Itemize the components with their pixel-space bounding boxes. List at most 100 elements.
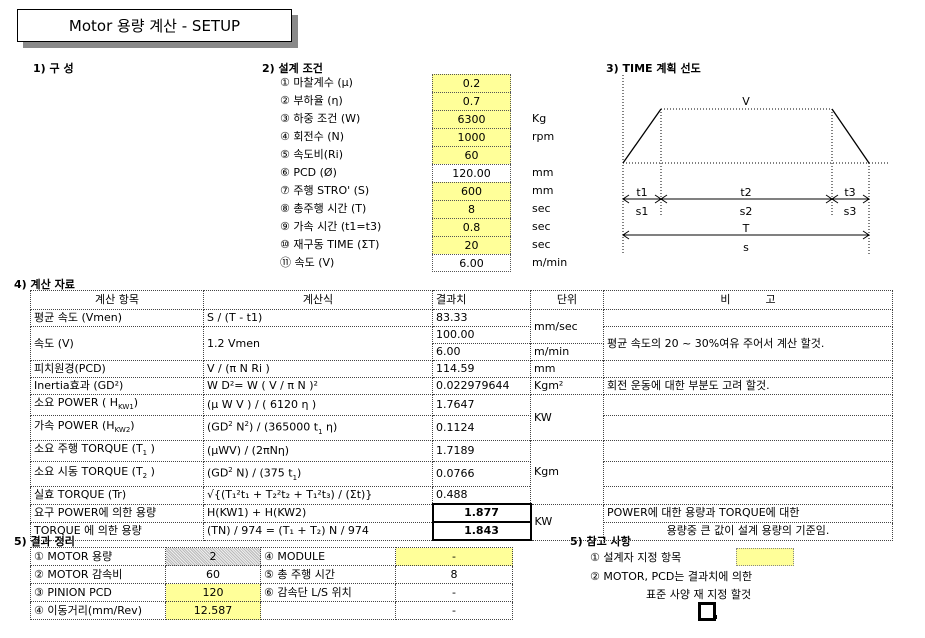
result: 0.1124: [432, 415, 531, 442]
table-row: Inertia효과 (GD²) W D²= W ( V / π N )² 0.0…: [30, 377, 893, 395]
table-row: 가속 POWER (HKW2) (GD2 N2) / (365000 t1 η)…: [30, 415, 893, 442]
label-T: T: [742, 222, 750, 235]
power-capacity-result: 1.877: [431, 503, 532, 524]
note: [603, 393, 893, 417]
col-item: 계산 항목: [30, 290, 204, 310]
note: [603, 440, 893, 463]
result: 0.488: [432, 486, 531, 505]
condition-value: 120.00: [432, 164, 511, 182]
unit: Kgm: [530, 440, 604, 505]
reduction-ratio-value: 60: [165, 565, 261, 584]
col-unit: 단위: [530, 290, 604, 310]
condition-value[interactable]: 6300: [432, 110, 511, 128]
condition-label: ② 부하율 (η): [280, 94, 343, 107]
item: 소요 POWER ( HKW1): [30, 393, 204, 417]
page-title: Motor 용량 계산 - SETUP: [17, 9, 292, 42]
section-composition: 1) 구 성: [33, 62, 74, 75]
formula: W D²= W ( V / π N )²: [203, 377, 433, 395]
note: [603, 415, 893, 442]
unit: KW: [530, 503, 604, 541]
formula: 1.2 Vmen: [203, 326, 433, 361]
table-row: 평균 속도 (Vmen) S / (T - t1) 83.33 mm/sec: [30, 309, 893, 344]
summary-row: ② MOTOR 감속비 60 ⑤ 총 주행 시간 8: [30, 565, 513, 584]
result: 0.0766: [432, 461, 531, 488]
input-legend-swatch: [736, 548, 794, 566]
unit: Kgm²: [530, 377, 604, 395]
condition-label: ① 마찰계수 (μ): [280, 76, 353, 89]
motor-capacity-value: 2: [165, 547, 261, 566]
table-row: 실효 TORQUE (Tr) √{(T₁²t₁ + T₂²t₂ + T₁²t₃)…: [30, 486, 893, 505]
condition-label: ⑨ 가속 시간 (t1=t3): [280, 220, 382, 233]
result: 114.59: [432, 360, 531, 378]
unit: m/min: [530, 343, 604, 361]
table-row: 속도 (V) 1.2 Vmen 100.00 평균 속도의 20 ~ 30%여유…: [30, 326, 893, 361]
label: ① MOTOR 용량: [30, 547, 166, 566]
item: Inertia효과 (GD²): [30, 377, 204, 395]
condition-value[interactable]: 0.7: [432, 92, 511, 110]
label-s3: s3: [844, 205, 857, 218]
label: ② MOTOR 감속비: [30, 565, 166, 584]
formula: (TN) / 974 = (T₁ + T₂) N / 974: [203, 521, 433, 541]
item: 요구 POWER에 의한 용량: [30, 503, 204, 523]
condition-value: 6.00: [432, 254, 511, 272]
summary-table: ① MOTOR 용량 2 ④ MODULE - ② MOTOR 감속비 60 ⑤…: [30, 547, 513, 620]
note: [603, 360, 893, 378]
label: ⑥ 감속단 L/S 위치: [260, 583, 396, 602]
module-value[interactable]: -: [395, 547, 513, 566]
travel-per-rev-value: 12.587: [165, 601, 261, 620]
condition-value[interactable]: 20: [432, 236, 511, 254]
value: -: [395, 601, 513, 620]
unit: mm/sec: [530, 309, 604, 344]
condition-value[interactable]: 600: [432, 182, 511, 200]
note: [603, 309, 893, 327]
formula: H(KW1) + H(KW2): [203, 503, 433, 523]
condition-value[interactable]: 60: [432, 146, 511, 164]
unit: KW: [530, 393, 604, 442]
result: 1.7189: [432, 440, 531, 463]
condition-label: ③ 하중 조건 (W): [280, 112, 361, 125]
table-header: 계산 항목 계산식 결과치 단위 비 고: [30, 290, 893, 310]
formula: V / (π N Ri ): [203, 360, 433, 378]
note: 용량중 큰 값이 설계 용량의 기준임.: [603, 521, 893, 541]
table-row: TORQUE 에 의한 용량 (TN) / 974 = (T₁ + T₂) N …: [30, 521, 893, 542]
item: 소요 주행 TORQUE (T1 ): [30, 440, 204, 463]
condition-label: ⑤ 속도비(Ri): [280, 148, 343, 161]
condition-value[interactable]: 0.8: [432, 218, 511, 236]
label-t2: t2: [740, 186, 751, 199]
summary-row: ① MOTOR 용량 2 ④ MODULE -: [30, 547, 513, 566]
table-row: 소요 시동 TORQUE (T2 ) (GD2 N) / (375 t1) 0.…: [30, 461, 893, 488]
result: 83.33: [432, 309, 531, 327]
note: 평균 속도의 20 ~ 30%여유 주어서 계산 할것.: [603, 326, 893, 361]
condition-label: ⑪ 속도 (V): [280, 256, 335, 269]
accel-line: [622, 108, 662, 164]
condition-unit: mm: [532, 166, 554, 179]
condition-value[interactable]: 8: [432, 200, 511, 218]
total-travel-time-value: 8: [395, 565, 513, 584]
section-time-diagram: 3) TIME 계획 선도: [606, 62, 701, 75]
condition-label: ④ 회전수 (N): [280, 130, 345, 143]
col-formula: 계산식: [203, 290, 433, 310]
fill-handle[interactable]: [713, 615, 717, 619]
col-result: 결과치: [432, 290, 531, 310]
table-row: 소요 주행 TORQUE (T1 ) (μWV) / (2πNη) 1.7189…: [30, 440, 893, 505]
formula: (GD2 N2) / (365000 t1 η): [203, 415, 433, 442]
condition-unit: sec: [532, 202, 551, 215]
calc-table: 계산 항목 계산식 결과치 단위 비 고 평균 속도 (Vmen) S / (T…: [30, 290, 893, 542]
condition-value[interactable]: 1000: [432, 128, 511, 146]
item: 실효 TORQUE (Tr): [30, 486, 204, 505]
condition-value[interactable]: 0.2: [432, 74, 511, 92]
note: [603, 461, 893, 488]
condition-label: ⑦ 주행 STRO' (S): [280, 184, 370, 197]
note-respecify: 표준 사양 재 지정 할것: [646, 588, 752, 601]
item: 가속 POWER (HKW2): [30, 415, 204, 442]
condition-unit: mm: [532, 184, 554, 197]
item: 피치원경(PCD): [30, 360, 204, 378]
condition-unit: m/min: [532, 256, 568, 269]
label-s: s: [743, 241, 749, 254]
condition-label: ⑧ 총주행 시간 (T): [280, 202, 367, 215]
label: ⑤ 총 주행 시간: [260, 565, 396, 584]
col-note: 비 고: [603, 290, 893, 310]
note: POWER에 대한 용량과 TORQUE에 대한: [603, 503, 893, 523]
item: 평균 속도 (Vmen): [30, 309, 204, 327]
pinion-pcd-value[interactable]: 120: [165, 583, 261, 602]
